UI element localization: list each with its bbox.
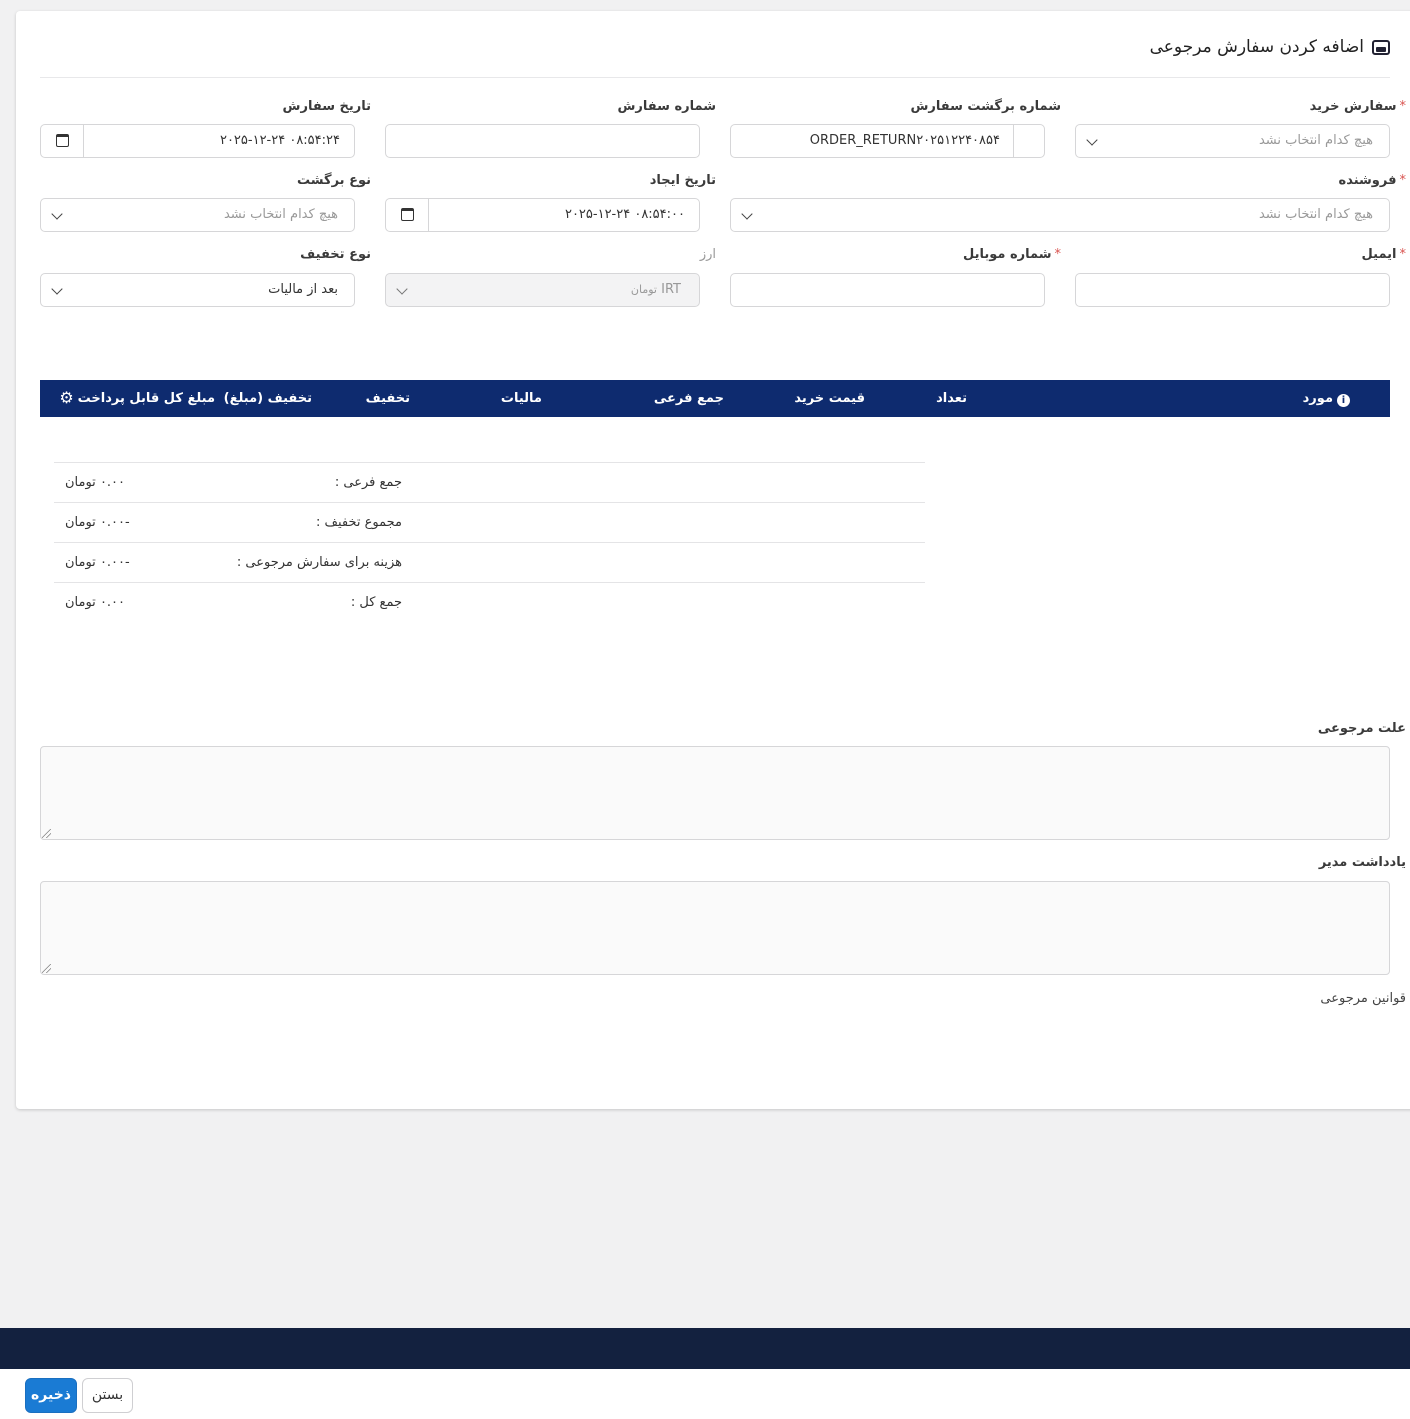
currency-value: IRT تومان [630,282,681,297]
created-date-label: تاریخ ایجاد [649,173,716,188]
close-button[interactable]: بستن [82,1378,133,1413]
purchase-order-label: *سفارش خرید [1309,99,1406,114]
order-number-input[interactable] [385,124,700,158]
currency-select: IRT تومان [385,273,700,307]
return-type-placeholder: هیچ کدام انتخاب نشد [223,207,338,222]
modal-footer [0,1369,1410,1419]
total-discount-value: -۰.۰۰ تومان [65,515,130,530]
return-reason-label: علت مرجوعی [1317,721,1406,736]
discount-type-label: نوع تخفیف [300,247,371,262]
order-date-value: ۲۰۲۵-۱۲-۲۴ ۰۸:۵۴:۲۴ [219,133,340,148]
return-type-label: نوع برگشت [297,173,371,188]
return-reason-textarea[interactable] [40,746,1390,840]
email-label: *ایمیل [1361,247,1406,262]
return-cost-value: -۰.۰۰ تومان [65,555,130,570]
order-number-label: شماره سفارش [617,99,716,114]
column-qty: تعداد [936,391,967,406]
order-date-input[interactable]: ۲۰۲۵-۱۲-۲۴ ۰۸:۵۴:۲۴ [40,124,355,158]
vendor-label: *فروشنده [1338,173,1406,188]
page-title-text: اضافه کردن سفارش مرجوعی [1149,37,1364,57]
grand-total-value: ۰.۰۰ تومان [65,595,126,610]
purchase-order-select[interactable]: هیچ کدام انتخاب نشد [1075,124,1390,158]
return-number-label: شماره برگشت سفارش [910,99,1061,114]
column-tax: مالیات [500,391,542,406]
totals-row: مجموع تخفیف : -۰.۰۰ تومان [54,502,925,542]
gear-icon[interactable]: ⚙ [59,390,74,406]
inbox-icon [1372,39,1390,55]
vendor-select[interactable]: هیچ کدام انتخاب نشد [730,198,1390,232]
return-policy-label: قوانین مرجوعی [1320,991,1406,1006]
totals-row: جمع کل : ۰.۰۰ تومان [54,582,925,622]
resize-grip-icon[interactable] [42,829,51,838]
order-date-calendar-button[interactable] [41,125,84,157]
footer-bar [0,1328,1410,1369]
column-item: iمورد [1303,380,1350,417]
purchase-order-placeholder: هیچ کدام انتخاب نشد [1258,133,1373,148]
mobile-input[interactable] [730,273,1045,307]
discount-type-value: بعد از مالیات [268,282,338,297]
created-date-calendar-button[interactable] [386,199,429,231]
column-price: قیمت خرید [794,391,865,406]
admin-note-textarea[interactable] [40,881,1390,975]
page-title: اضافه کردن سفارش مرجوعی [1150,35,1390,59]
created-date-input[interactable]: ۲۰۲۵-۱۲-۲۴ ۰۸:۵۴:۰۰ [385,198,700,232]
chevron-down-icon [396,283,408,295]
email-input[interactable] [1075,273,1390,307]
resize-grip-icon[interactable] [42,964,51,973]
title-divider [40,77,1390,78]
total-discount-label: مجموع تخفیف : [316,515,402,530]
mobile-label: *شماره موبایل [962,247,1061,262]
column-total: مبلغ کل قابل پرداخت [77,391,215,406]
column-discount-amount: تخفیف (مبلغ) [223,391,312,406]
form-card: اضافه کردن سفارش مرجوعی *سفارش خرید هیچ … [16,11,1410,1109]
items-table-header: iمورد تعداد قیمت خرید جمع فرعی مالیات تخ… [40,380,1390,417]
totals-row: جمع فرعی : ۰.۰۰ تومان [54,462,925,502]
return-type-select[interactable]: هیچ کدام انتخاب نشد [40,198,355,232]
calendar-icon [401,208,414,221]
column-subtotal: جمع فرعی [653,391,724,406]
subtotal-value: ۰.۰۰ تومان [65,475,126,490]
chevron-down-icon [51,283,63,295]
chevron-down-icon [741,208,753,220]
return-cost-label: هزینه برای سفارش مرجوعی : [236,555,402,570]
return-number-field[interactable]: ORDER_RETURN۲۰۲۵۱۲۲۴۰۸۵۴ [730,124,1045,158]
totals-row: هزینه برای سفارش مرجوعی : -۰.۰۰ تومان [54,542,925,582]
admin-note-label: یادداشت مدیر [1318,855,1406,870]
return-number-addon-divider [1013,125,1014,157]
discount-type-select[interactable]: بعد از مالیات [40,273,355,307]
chevron-down-icon [1086,134,1098,146]
chevron-down-icon [51,208,63,220]
created-date-value: ۲۰۲۵-۱۲-۲۴ ۰۸:۵۴:۰۰ [564,207,685,222]
info-icon: i [1337,394,1350,407]
calendar-icon [56,134,69,147]
currency-label: ارز [699,247,716,262]
subtotal-label: جمع فرعی : [334,475,402,490]
save-button[interactable]: ذخیره [25,1378,77,1413]
totals-summary: جمع فرعی : ۰.۰۰ تومان مجموع تخفیف : -۰.۰… [54,462,925,622]
grand-total-label: جمع کل : [350,595,402,610]
order-date-label: تاریخ سفارش [282,99,371,114]
vendor-placeholder: هیچ کدام انتخاب نشد [1258,207,1373,222]
return-number-value: ORDER_RETURN۲۰۲۵۱۲۲۴۰۸۵۴ [809,133,1000,148]
column-discount: تخفیف [365,391,410,406]
